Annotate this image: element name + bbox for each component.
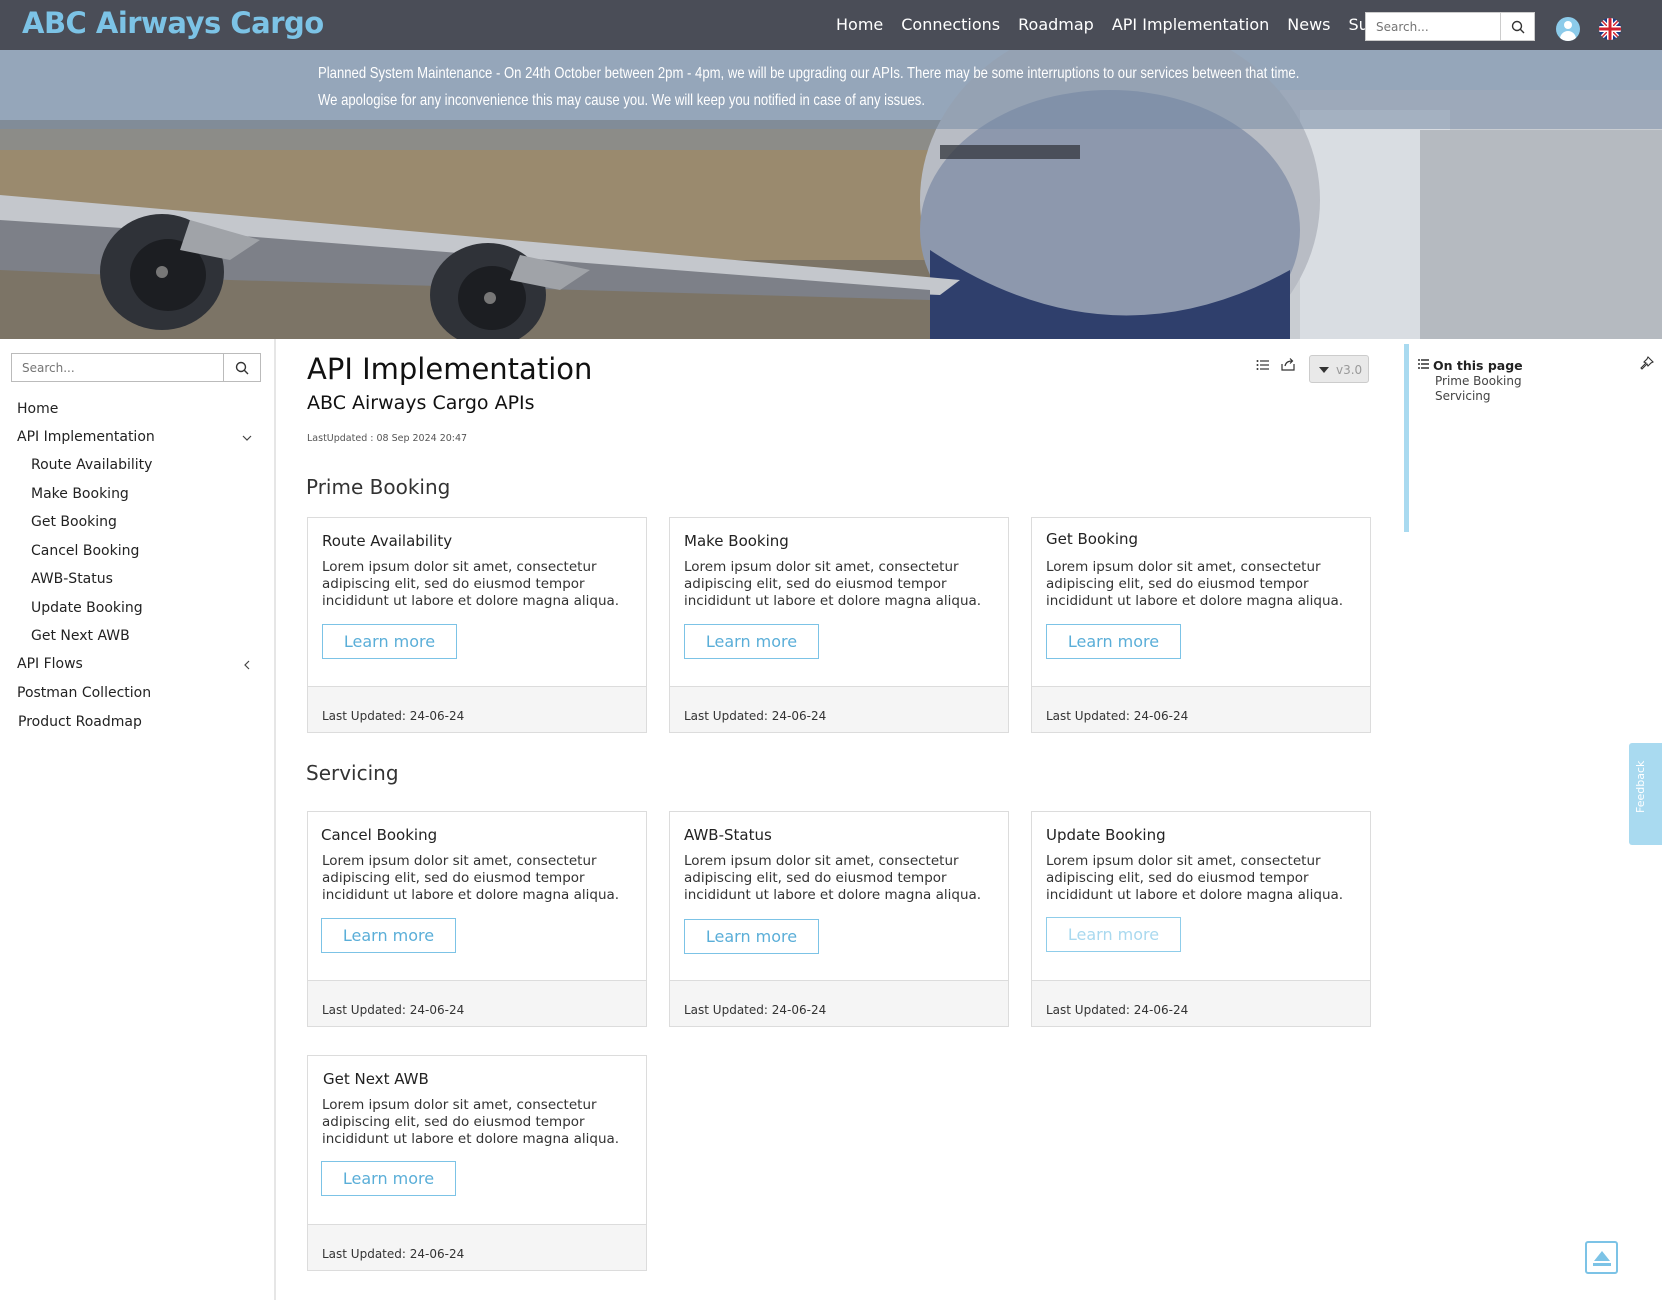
feedback-tab[interactable]: Feedback [1629, 743, 1662, 845]
user-icon[interactable] [1556, 17, 1580, 41]
maintenance-line-2: We apologise for any inconvenience this … [318, 92, 926, 109]
card-updated: Last Updated: 24-06-24 [322, 1003, 465, 1017]
sidebar-item-route-availability[interactable]: Route Availability [31, 457, 152, 473]
main-nav: Home Connections Roadmap API Implementat… [836, 15, 1430, 34]
nav-roadmap[interactable]: Roadmap [1018, 15, 1094, 34]
learn-more-button[interactable]: Learn more [321, 918, 456, 953]
card-title: AWB-Status [684, 826, 772, 844]
card-title: Make Booking [684, 532, 789, 550]
maintenance-line-1: Planned System Maintenance - On 24th Oct… [318, 65, 1300, 82]
nav-news[interactable]: News [1287, 15, 1330, 34]
card-update-booking: Update Booking Lorem ipsum dolor sit ame… [1031, 811, 1371, 1027]
scroll-to-top-icon[interactable] [1585, 1241, 1618, 1274]
sidebar-item-awb-status[interactable]: AWB-Status [31, 571, 113, 587]
header-search-button[interactable] [1500, 13, 1534, 40]
sidebar-item-api-flows[interactable]: API Flows [17, 656, 83, 672]
card-updated: Last Updated: 24-06-24 [684, 1003, 827, 1017]
header-search [1365, 12, 1535, 41]
uk-flag-icon[interactable] [1599, 18, 1621, 40]
sidebar-item-home[interactable]: Home [17, 401, 58, 417]
header-search-input[interactable] [1366, 13, 1500, 40]
card-footer: Last Updated: 24-06-24 [1032, 980, 1370, 1026]
card-description: Lorem ipsum dolor sit amet, consectetur … [1046, 853, 1344, 903]
card-footer: Last Updated: 24-06-24 [308, 980, 646, 1026]
section-prime-booking: Prime Booking [306, 475, 451, 499]
card-description: Lorem ipsum dolor sit amet, consectetur … [684, 853, 982, 903]
card-updated: Last Updated: 24-06-24 [1046, 1003, 1189, 1017]
card-get-booking: Get Booking Lorem ipsum dolor sit amet, … [1031, 517, 1371, 733]
card-title: Update Booking [1046, 826, 1166, 844]
sidebar-item-get-next-awb[interactable]: Get Next AWB [31, 628, 130, 644]
learn-more-button[interactable]: Learn more [1046, 917, 1181, 952]
card-route-availability: Route Availability Lorem ipsum dolor sit… [307, 517, 647, 733]
nav-home[interactable]: Home [836, 15, 883, 34]
sidebar-item-postman-collection[interactable]: Postman Collection [17, 685, 151, 701]
card-awb-status: AWB-Status Lorem ipsum dolor sit amet, c… [669, 811, 1009, 1027]
card-description: Lorem ipsum dolor sit amet, consectetur … [322, 1097, 620, 1147]
chevron-left-icon[interactable] [242, 660, 252, 670]
card-title: Cancel Booking [321, 826, 438, 844]
sidebar-item-product-roadmap[interactable]: Product Roadmap [18, 714, 142, 730]
nav-api-implementation[interactable]: API Implementation [1112, 15, 1269, 34]
card-make-booking: Make Booking Lorem ipsum dolor sit amet,… [669, 517, 1009, 733]
toc-list-icon [1418, 359, 1429, 369]
version-dropdown[interactable]: v3.0 [1309, 355, 1369, 383]
sidebar-item-get-booking[interactable]: Get Booking [31, 514, 117, 530]
learn-more-button[interactable]: Learn more [1046, 624, 1181, 659]
card-description: Lorem ipsum dolor sit amet, consectetur … [322, 853, 620, 903]
card-updated: Last Updated: 24-06-24 [322, 709, 465, 723]
sidebar-item-cancel-booking[interactable]: Cancel Booking [31, 543, 139, 559]
top-navbar: ABC Airways Cargo Home Connections Roadm… [0, 0, 1662, 50]
card-footer: Last Updated: 24-06-24 [1032, 686, 1370, 732]
sidebar-item-make-booking[interactable]: Make Booking [31, 486, 129, 502]
page-title: API Implementation [307, 352, 593, 386]
page-subtitle: ABC Airways Cargo APIs [307, 392, 535, 414]
card-updated: Last Updated: 24-06-24 [684, 709, 827, 723]
feedback-label: Feedback [1634, 760, 1647, 813]
learn-more-button[interactable]: Learn more [684, 624, 819, 659]
learn-more-button[interactable]: Learn more [322, 624, 457, 659]
toc-link-servicing[interactable]: Servicing [1435, 389, 1491, 403]
chevron-down-icon[interactable] [242, 433, 252, 443]
card-title: Get Booking [1046, 530, 1139, 548]
card-footer: Last Updated: 24-06-24 [670, 980, 1008, 1026]
nav-connections[interactable]: Connections [901, 15, 1000, 34]
card-title: Get Next AWB [323, 1070, 429, 1088]
share-icon[interactable] [1281, 357, 1295, 371]
pin-icon[interactable] [1640, 356, 1654, 370]
search-icon [1511, 20, 1524, 33]
version-label: v3.0 [1336, 363, 1363, 377]
card-description: Lorem ipsum dolor sit amet, consectetur … [1046, 559, 1344, 609]
learn-more-button[interactable]: Learn more [684, 919, 819, 954]
hero-banner: Planned System Maintenance - On 24th Oct… [0, 50, 1662, 339]
toc-heading: On this page [1433, 358, 1523, 373]
sidebar-item-update-booking[interactable]: Update Booking [31, 600, 143, 616]
sidebar-search [11, 353, 261, 382]
toc-link-prime-booking[interactable]: Prime Booking [1435, 374, 1522, 388]
card-get-next-awb: Get Next AWB Lorem ipsum dolor sit amet,… [307, 1055, 647, 1271]
sidebar-search-button[interactable] [223, 354, 260, 381]
maintenance-message: Planned System Maintenance - On 24th Oct… [318, 60, 1299, 114]
card-footer: Last Updated: 24-06-24 [670, 686, 1008, 732]
toc-indicator [1404, 344, 1409, 532]
card-description: Lorem ipsum dolor sit amet, consectetur … [684, 559, 982, 609]
section-servicing: Servicing [306, 761, 399, 785]
sidebar-search-input[interactable] [12, 354, 224, 381]
learn-more-button[interactable]: Learn more [321, 1161, 456, 1196]
card-cancel-booking: Cancel Booking Lorem ipsum dolor sit ame… [307, 811, 647, 1027]
last-updated: LastUpdated : 08 Sep 2024 20:47 [307, 433, 468, 444]
card-title: Route Availability [322, 532, 453, 550]
card-footer: Last Updated: 24-06-24 [308, 686, 646, 732]
card-footer: Last Updated: 24-06-24 [308, 1224, 646, 1270]
card-updated: Last Updated: 24-06-24 [1046, 709, 1189, 723]
sidebar-item-api-implementation[interactable]: API Implementation [17, 429, 155, 445]
list-icon[interactable] [1256, 359, 1269, 371]
card-updated: Last Updated: 24-06-24 [322, 1247, 465, 1261]
caret-down-icon [1319, 367, 1329, 373]
search-icon [235, 361, 249, 374]
brand-logo[interactable]: ABC Airways Cargo [22, 6, 324, 40]
left-sidebar: Home API Implementation Route Availabili… [0, 339, 276, 1300]
card-description: Lorem ipsum dolor sit amet, consectetur … [322, 559, 620, 609]
